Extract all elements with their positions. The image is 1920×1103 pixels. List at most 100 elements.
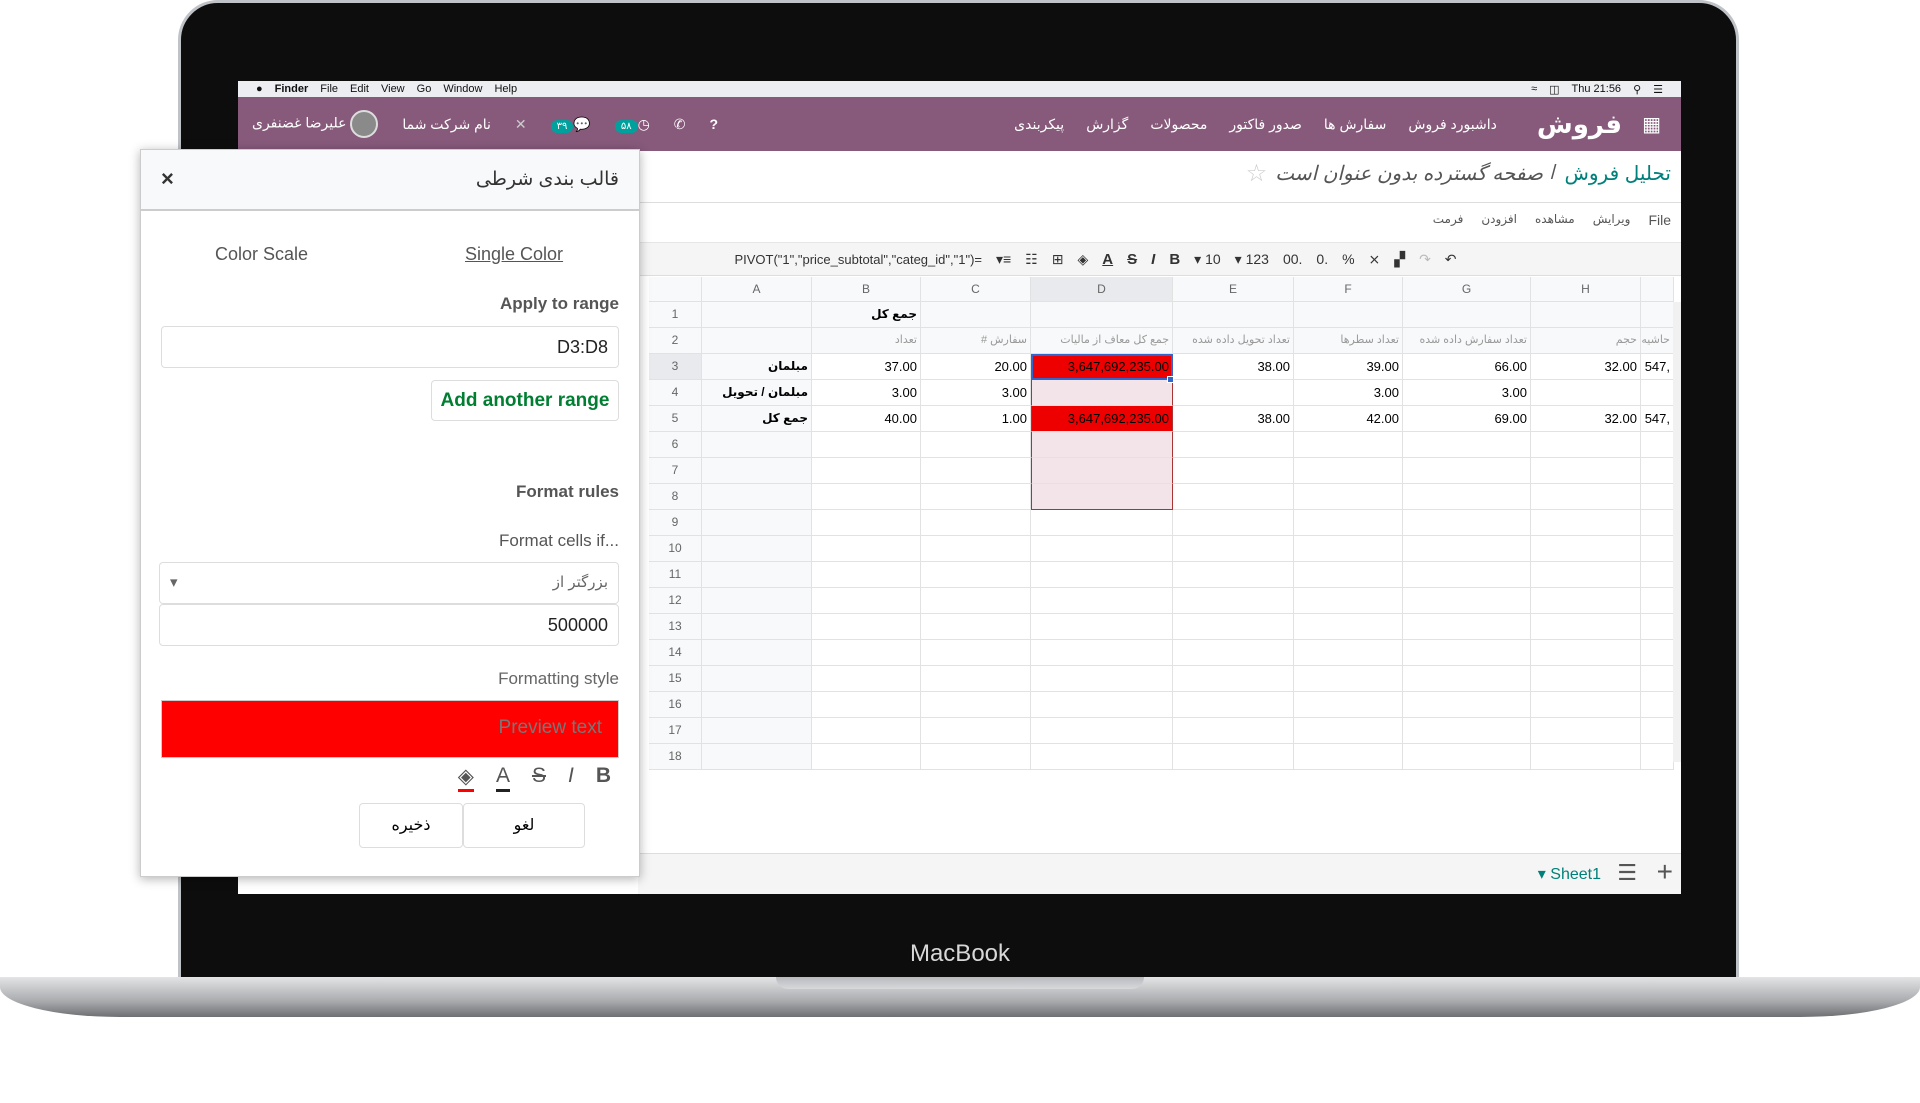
cell[interactable]	[1641, 744, 1674, 770]
star-icon[interactable]: ☆	[1246, 159, 1268, 188]
cell[interactable]: 3.00	[921, 380, 1031, 406]
condition-value-input[interactable]: 500000	[159, 604, 619, 646]
cell[interactable]	[1403, 692, 1531, 718]
cell[interactable]: مبلمان	[702, 354, 812, 380]
text-color-icon[interactable]: A	[1102, 251, 1113, 268]
cell[interactable]	[921, 640, 1031, 666]
cell[interactable]	[1403, 744, 1531, 770]
cell[interactable]	[1031, 380, 1173, 406]
cell[interactable]: تعداد سطرها	[1294, 328, 1403, 354]
close-icon[interactable]: ×	[161, 166, 174, 192]
cell[interactable]	[1641, 614, 1674, 640]
row-header[interactable]: 7	[649, 458, 702, 484]
row-header[interactable]: 6	[649, 432, 702, 458]
row-header[interactable]: 16	[649, 692, 702, 718]
row-header[interactable]: 11	[649, 562, 702, 588]
cell[interactable]	[1641, 510, 1674, 536]
menu-view[interactable]: مشاهده	[1535, 212, 1575, 228]
phone-icon[interactable]: ✆	[674, 116, 686, 133]
cell[interactable]	[1403, 562, 1531, 588]
cell[interactable]	[1173, 380, 1294, 406]
cell[interactable]: جمع کل	[812, 302, 921, 328]
column-header[interactable]	[1641, 277, 1674, 302]
borders-icon[interactable]: ⊞	[1052, 251, 1064, 268]
cell[interactable]	[702, 458, 812, 484]
cell[interactable]: 38.00	[1173, 354, 1294, 380]
cell[interactable]	[921, 432, 1031, 458]
cell[interactable]	[1031, 718, 1173, 744]
redo-icon[interactable]: ↷	[1419, 251, 1431, 268]
cell[interactable]: 20.00	[921, 354, 1031, 380]
nav-configuration[interactable]: پیکربندی	[1014, 116, 1064, 133]
column-header[interactable]: C	[921, 277, 1031, 302]
cell[interactable]	[1173, 302, 1294, 328]
cell[interactable]: 547,	[1641, 406, 1674, 432]
cell[interactable]: حاشیه سود	[1641, 328, 1674, 354]
cell[interactable]	[1403, 718, 1531, 744]
cell[interactable]	[1641, 432, 1674, 458]
cell[interactable]	[812, 458, 921, 484]
clock[interactable]: Thu 21:56	[1572, 83, 1622, 96]
fill-handle[interactable]	[1167, 376, 1174, 383]
cell[interactable]: 66.00	[1403, 354, 1531, 380]
cell[interactable]	[1031, 536, 1173, 562]
menu-file[interactable]: File	[1648, 212, 1671, 228]
cell[interactable]	[812, 744, 921, 770]
cell[interactable]	[1531, 562, 1641, 588]
cell[interactable]	[1031, 588, 1173, 614]
cell[interactable]	[1403, 640, 1531, 666]
column-header[interactable]: F	[1294, 277, 1403, 302]
cell[interactable]	[1403, 484, 1531, 510]
menu-go[interactable]: Go	[417, 83, 432, 95]
cell[interactable]	[812, 718, 921, 744]
search-icon[interactable]: ⚲	[1633, 83, 1641, 96]
cell[interactable]	[1641, 536, 1674, 562]
close-icon[interactable]: ✕	[515, 116, 527, 133]
cell[interactable]	[1173, 666, 1294, 692]
apps-grid-icon[interactable]: ▦	[1642, 112, 1661, 137]
fill-color-icon[interactable]: ◈	[457, 764, 474, 792]
wifi-icon[interactable]: ≈	[1531, 83, 1537, 96]
cell[interactable]: 32.00	[1531, 406, 1641, 432]
cell[interactable]	[812, 510, 921, 536]
cell[interactable]: جمع کل معاف از مالیات	[1031, 328, 1173, 354]
cell[interactable]	[1531, 380, 1641, 406]
italic-icon[interactable]: I	[568, 764, 574, 792]
cell[interactable]	[702, 640, 812, 666]
condition-select[interactable]: ▾ بزرگتر از	[159, 562, 619, 604]
cell[interactable]	[702, 432, 812, 458]
cell[interactable]	[1031, 458, 1173, 484]
cell[interactable]	[1294, 458, 1403, 484]
cell[interactable]	[1294, 666, 1403, 692]
row-header[interactable]: 15	[649, 666, 702, 692]
strikethrough-icon[interactable]: S	[1127, 251, 1137, 268]
cell[interactable]	[812, 432, 921, 458]
cell[interactable]	[1294, 718, 1403, 744]
cell[interactable]: 42.00	[1294, 406, 1403, 432]
cell[interactable]	[921, 536, 1031, 562]
menu-file[interactable]: File	[320, 83, 338, 95]
cell[interactable]	[1173, 692, 1294, 718]
cell[interactable]	[921, 302, 1031, 328]
cell[interactable]	[812, 692, 921, 718]
italic-icon[interactable]: I	[1151, 251, 1155, 268]
cell[interactable]: 32.00	[1531, 354, 1641, 380]
align-dropdown[interactable]: ▾≡	[996, 251, 1011, 268]
cell[interactable]	[1173, 562, 1294, 588]
number-format-dropdown[interactable]: ▾ 123	[1235, 251, 1269, 268]
cell[interactable]	[1031, 484, 1173, 510]
spreadsheet-grid[interactable]: A B C D E F G H 1 جمع کل 2 تعداد سفارش # جمع کل معاف …	[649, 277, 1681, 857]
undo-icon[interactable]: ↶	[1445, 251, 1457, 268]
cell[interactable]	[1031, 432, 1173, 458]
cell[interactable]	[1031, 744, 1173, 770]
cell[interactable]: حجم	[1531, 328, 1641, 354]
cell[interactable]	[702, 744, 812, 770]
row-header[interactable]: 17	[649, 718, 702, 744]
row-header[interactable]: 5	[649, 406, 702, 432]
cell[interactable]	[1031, 614, 1173, 640]
cancel-button[interactable]: لغو	[463, 803, 585, 848]
sheet-tab-sheet1[interactable]: ▾ Sheet1	[1538, 864, 1601, 884]
vertical-scrollbar[interactable]	[1673, 302, 1681, 762]
cell[interactable]	[1641, 302, 1674, 328]
menu-view[interactable]: View	[381, 83, 405, 95]
